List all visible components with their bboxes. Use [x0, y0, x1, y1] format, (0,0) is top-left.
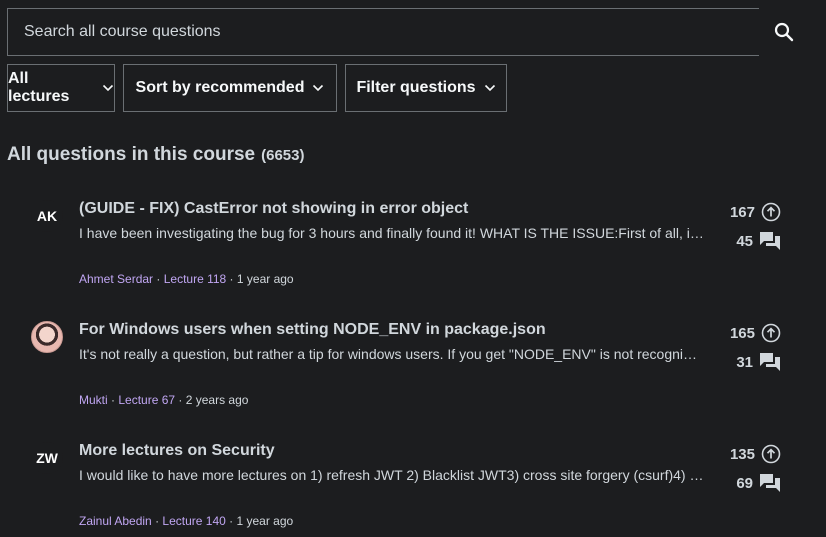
- question-meta: Zainul Abedin · Lecture 140 · 1 year ago: [79, 514, 294, 528]
- replies-group: 45: [736, 231, 781, 251]
- chat-bubbles-icon[interactable]: [759, 352, 781, 372]
- question-meta: Mukti · Lecture 67 · 2 years ago: [79, 393, 249, 407]
- reply-count: 69: [736, 474, 753, 492]
- chat-bubbles-icon[interactable]: [759, 231, 781, 251]
- search-field-wrapper: [7, 8, 760, 56]
- page-title: All questions in this course (6653): [7, 144, 304, 166]
- author-link[interactable]: Zainul Abedin: [79, 514, 152, 528]
- question-snippet: It's not really a question, but rather a…: [79, 346, 704, 362]
- question-snippet: I have been investigating the bug for 3 …: [79, 225, 704, 241]
- upvote-group: 165: [730, 323, 781, 343]
- replies-group: 31: [736, 352, 781, 372]
- chevron-down-icon: [484, 84, 496, 92]
- question-item[interactable]: AK (GUIDE - FIX) CastError not showing i…: [0, 200, 826, 310]
- search-icon: [774, 22, 794, 42]
- heading-text: All questions in this course: [7, 144, 256, 165]
- timestamp: 1 year ago: [236, 514, 294, 528]
- upvote-count: 165: [729, 324, 755, 342]
- question-title[interactable]: For Windows users when setting NODE_ENV …: [79, 321, 719, 339]
- search-bar: [7, 8, 808, 56]
- avatar: AK: [31, 200, 63, 232]
- search-input[interactable]: [8, 9, 759, 55]
- qa-panel: All lectures Sort by recommended Filter …: [0, 0, 826, 537]
- upvote-count: 167: [729, 203, 755, 221]
- sort-dropdown[interactable]: Sort by recommended: [123, 64, 337, 112]
- avatar: ZW: [31, 442, 63, 474]
- arrow-up-circle-icon[interactable]: [761, 323, 781, 343]
- all-lectures-label: All lectures: [8, 70, 70, 105]
- timestamp: 2 years ago: [185, 393, 249, 407]
- chevron-down-icon: [102, 84, 114, 92]
- lecture-link[interactable]: Lecture 140: [162, 514, 225, 528]
- filter-questions-dropdown[interactable]: Filter questions: [345, 64, 507, 112]
- question-item[interactable]: ZW More lectures on Security I would lik…: [0, 442, 826, 537]
- all-lectures-dropdown[interactable]: All lectures: [7, 64, 115, 112]
- search-button[interactable]: [759, 8, 808, 56]
- upvote-group: 167: [730, 202, 781, 222]
- upvote-group: 135: [730, 444, 781, 464]
- question-snippet: I would like to have more lectures on 1)…: [79, 467, 704, 483]
- replies-group: 69: [736, 473, 781, 493]
- author-link[interactable]: Mukti: [79, 393, 108, 407]
- filter-questions-label: Filter questions: [356, 79, 476, 96]
- question-title[interactable]: (GUIDE - FIX) CastError not showing in e…: [79, 200, 719, 218]
- author-link[interactable]: Ahmet Serdar: [79, 272, 153, 286]
- arrow-up-circle-icon[interactable]: [761, 444, 781, 464]
- filter-bar: All lectures Sort by recommended Filter …: [7, 64, 515, 112]
- reply-count: 31: [736, 353, 753, 371]
- chevron-down-icon: [312, 84, 324, 92]
- chat-bubbles-icon[interactable]: [759, 473, 781, 493]
- arrow-up-circle-icon[interactable]: [761, 202, 781, 222]
- sort-label: Sort by recommended: [135, 79, 305, 96]
- question-meta: Ahmet Serdar · Lecture 118 · 1 year ago: [79, 272, 294, 286]
- avatar: [31, 321, 63, 353]
- timestamp: 1 year ago: [236, 272, 294, 286]
- question-item[interactable]: For Windows users when setting NODE_ENV …: [0, 321, 826, 431]
- reply-count: 45: [736, 232, 753, 250]
- question-count: (6653): [261, 147, 305, 164]
- lecture-link[interactable]: Lecture 118: [164, 272, 227, 286]
- question-title[interactable]: More lectures on Security: [79, 442, 719, 460]
- upvote-count: 135: [729, 445, 755, 463]
- lecture-link[interactable]: Lecture 67: [118, 393, 175, 407]
